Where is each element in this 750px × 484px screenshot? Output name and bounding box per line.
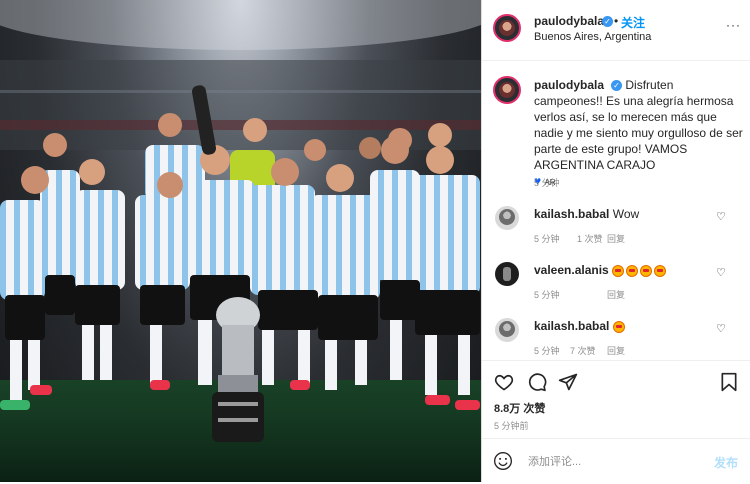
author-avatar[interactable] <box>493 14 521 42</box>
likes-count[interactable]: 8.8万 次赞 <box>494 400 545 416</box>
comment-avatar[interactable] <box>495 318 519 342</box>
like-heart-icon[interactable] <box>494 372 514 392</box>
trophy <box>212 297 264 442</box>
post-time: 5 分钟前 <box>494 421 529 431</box>
comment-username[interactable]: kailash.babal <box>534 207 609 221</box>
caption: paulodybala ✓ Disfruten campeones!! Es un… <box>534 77 744 191</box>
comment-text: Wow <box>612 207 640 221</box>
post-header: paulodybala ✓ • 关注 Buenos Aires, Argenti… <box>482 0 750 61</box>
caption-time: 5 分钟 <box>534 178 560 188</box>
comment-row: valeen.alanis <box>534 263 668 277</box>
comment-like-heart-icon[interactable]: ♡ <box>716 210 726 223</box>
comment-like-heart-icon[interactable]: ♡ <box>716 322 726 335</box>
comment-reply-button[interactable]: 回复 <box>607 288 625 301</box>
comment-like-heart-icon[interactable]: ♡ <box>716 266 726 279</box>
add-comment-bar: 发布 <box>482 438 750 484</box>
bookmark-icon[interactable] <box>720 372 738 392</box>
star-eyes-emoji-icon <box>612 263 668 277</box>
team-celebration-photo <box>0 0 481 482</box>
star-eyes-emoji-icon <box>612 319 627 333</box>
verified-badge-icon: ✓ <box>611 80 623 92</box>
comment-likes[interactable]: 7 次赞 <box>570 344 596 357</box>
post-comment-button[interactable]: 发布 <box>714 454 738 471</box>
comment-input[interactable] <box>526 451 700 473</box>
emoji-smile-icon[interactable] <box>493 451 513 471</box>
caption-text: Disfruten campeones!! Es una alegría her… <box>534 78 743 172</box>
verified-badge-icon: ✓ <box>602 16 613 27</box>
separator-dot: • <box>614 14 619 28</box>
follow-button[interactable]: 关注 <box>621 14 645 31</box>
comment-likes[interactable]: 1 次赞 <box>577 232 603 245</box>
comment-row: kailash.babal Wow <box>534 207 639 221</box>
post-photo[interactable] <box>0 0 481 482</box>
comment-username[interactable]: kailash.babal <box>534 319 609 333</box>
comment-username[interactable]: valeen.alanis <box>534 263 609 277</box>
comment-time: 5 分钟 <box>534 346 560 356</box>
comment-reply-button[interactable]: 回复 <box>607 232 625 245</box>
comment-row: kailash.babal <box>534 319 627 333</box>
caption-avatar[interactable] <box>493 76 521 104</box>
comment-avatar[interactable] <box>495 262 519 286</box>
post-actions: 8.8万 次赞 5 分钟前 发布 <box>482 360 750 483</box>
more-dots-icon[interactable]: ··· <box>726 18 741 32</box>
post-side-panel: paulodybala ✓ • 关注 Buenos Aires, Argenti… <box>481 0 750 482</box>
comment-time: 5 分钟 <box>534 234 560 244</box>
share-send-icon[interactable] <box>558 372 578 392</box>
comment-bubble-icon[interactable] <box>527 372 547 392</box>
comment-reply-button[interactable]: 回复 <box>607 344 625 357</box>
comment-time: 5 分钟 <box>534 290 560 300</box>
caption-username[interactable]: paulodybala <box>534 78 604 92</box>
comment-avatar[interactable] <box>495 206 519 230</box>
location-link[interactable]: Buenos Aires, Argentina <box>534 31 651 43</box>
author-username[interactable]: paulodybala <box>534 14 604 28</box>
